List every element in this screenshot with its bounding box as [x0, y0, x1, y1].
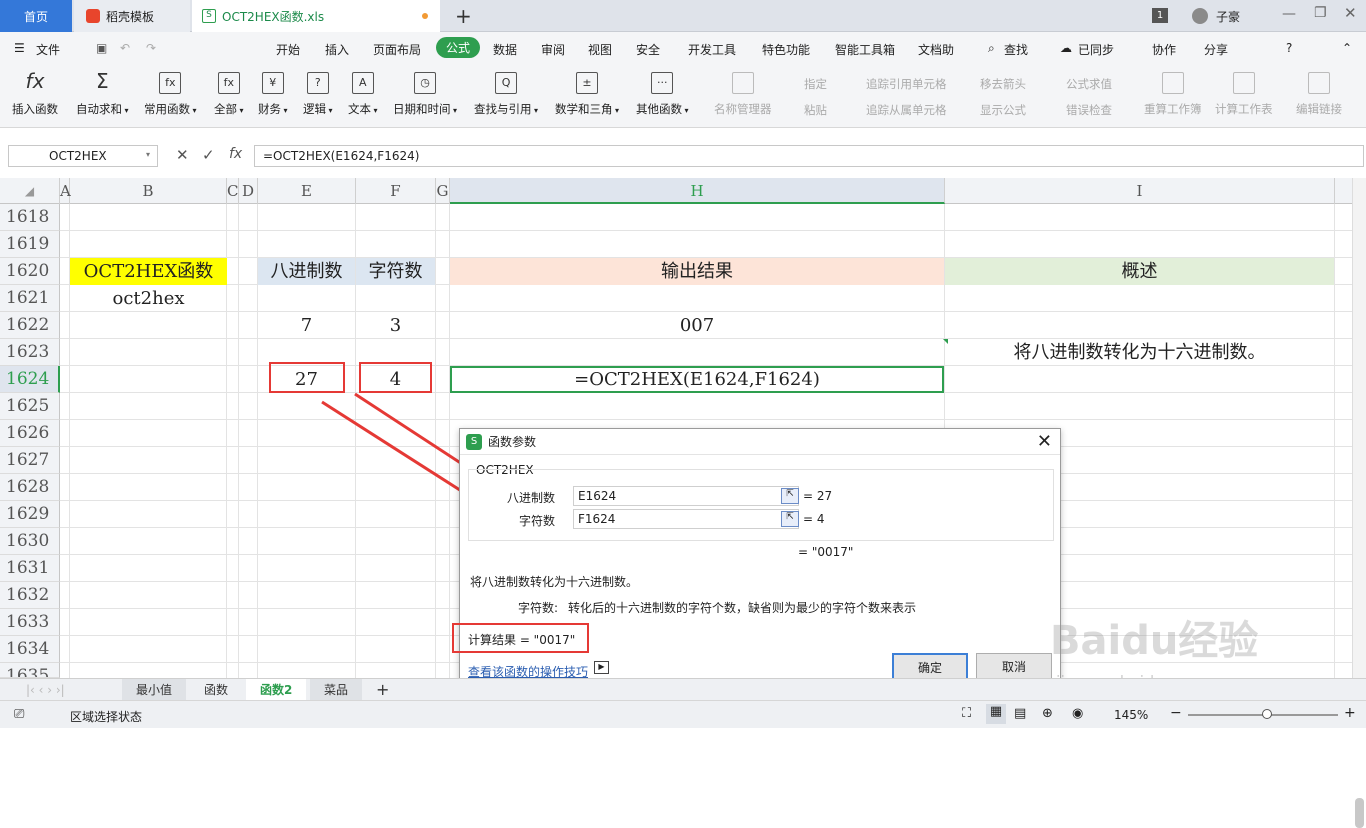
- zoom-out-icon[interactable]: −: [1170, 705, 1182, 721]
- function-description: 将八进制数转化为十六进制数。: [470, 575, 639, 589]
- page-layout-icon[interactable]: ▤: [1014, 706, 1026, 721]
- arg1-label: 八进制数: [507, 491, 556, 505]
- sheet-tab[interactable]: 函数: [190, 679, 242, 701]
- arg1-input[interactable]: E1624: [573, 486, 799, 506]
- normal-view-icon[interactable]: ▦: [986, 704, 1006, 724]
- video-icon[interactable]: ▶: [594, 661, 609, 674]
- status-bar: ⎚ 区域选择状态 ⛶ ▦ ▤ ⊕ ◉ 145% − +: [0, 700, 1366, 728]
- zoom-level[interactable]: 145%: [1114, 708, 1148, 722]
- arg1-result: = 27: [803, 489, 833, 503]
- result-preview: = "0017": [798, 545, 854, 559]
- arguments-group: 八进制数 E1624 ⇱ = 27 字符数 F1624 ⇱ = 4: [468, 469, 1054, 541]
- status-text: 区域选择状态: [70, 710, 143, 724]
- sheet-tab[interactable]: 最小值: [122, 679, 187, 701]
- sheet-tab-active[interactable]: 函数2: [246, 679, 307, 701]
- arg2-label: 字符数: [519, 514, 556, 528]
- baidu-watermark: Baidu经验: [1050, 618, 1259, 664]
- scroll-thumb[interactable]: [1355, 798, 1364, 828]
- sheet-tab-bar: |‹ ‹ › ›| 最小值 函数 函数2 菜品 +: [0, 678, 1366, 701]
- sheet-nav-icon[interactable]: |‹ ‹ › ›|: [12, 679, 79, 701]
- ok-button[interactable]: 确定: [892, 653, 968, 681]
- zoom-in-icon[interactable]: +: [1344, 705, 1356, 721]
- arg2-result: = 4: [803, 512, 825, 526]
- cancel-button[interactable]: 取消: [976, 653, 1052, 681]
- arg-help-label: 字符数:: [518, 601, 559, 615]
- zoom-slider-thumb[interactable]: [1262, 709, 1272, 719]
- arg1-range-picker-icon[interactable]: ⇱: [781, 488, 799, 504]
- close-icon[interactable]: ✕: [1037, 431, 1052, 452]
- dialog-title-bar: S 函数参数 ✕: [460, 429, 1060, 455]
- add-sheet-icon[interactable]: +: [362, 679, 403, 701]
- arg2-input[interactable]: F1624: [573, 509, 799, 529]
- dialog-title: 函数参数: [488, 435, 537, 449]
- fullscreen-icon[interactable]: ⛶: [962, 706, 971, 721]
- wps-logo-icon: S: [466, 433, 482, 450]
- vertical-scrollbar[interactable]: [1352, 178, 1366, 828]
- eye-protect-icon[interactable]: ◉: [1072, 706, 1083, 721]
- arg-help-text: 转化后的十六进制数的字符个数，缺省则为最少的字符个数来表示: [568, 601, 917, 615]
- calc-result: 计算结果 = "0017": [452, 623, 589, 653]
- function-arguments-dialog: S 函数参数 ✕ OCT2HEX 八进制数 E1624 ⇱ = 27 字符数 F…: [452, 428, 1061, 683]
- page-break-icon[interactable]: ⊕: [1042, 706, 1053, 721]
- macro-icon[interactable]: ⎚: [14, 707, 24, 722]
- arg2-range-picker-icon[interactable]: ⇱: [781, 511, 799, 527]
- sheet-tab[interactable]: 菜品: [310, 679, 363, 701]
